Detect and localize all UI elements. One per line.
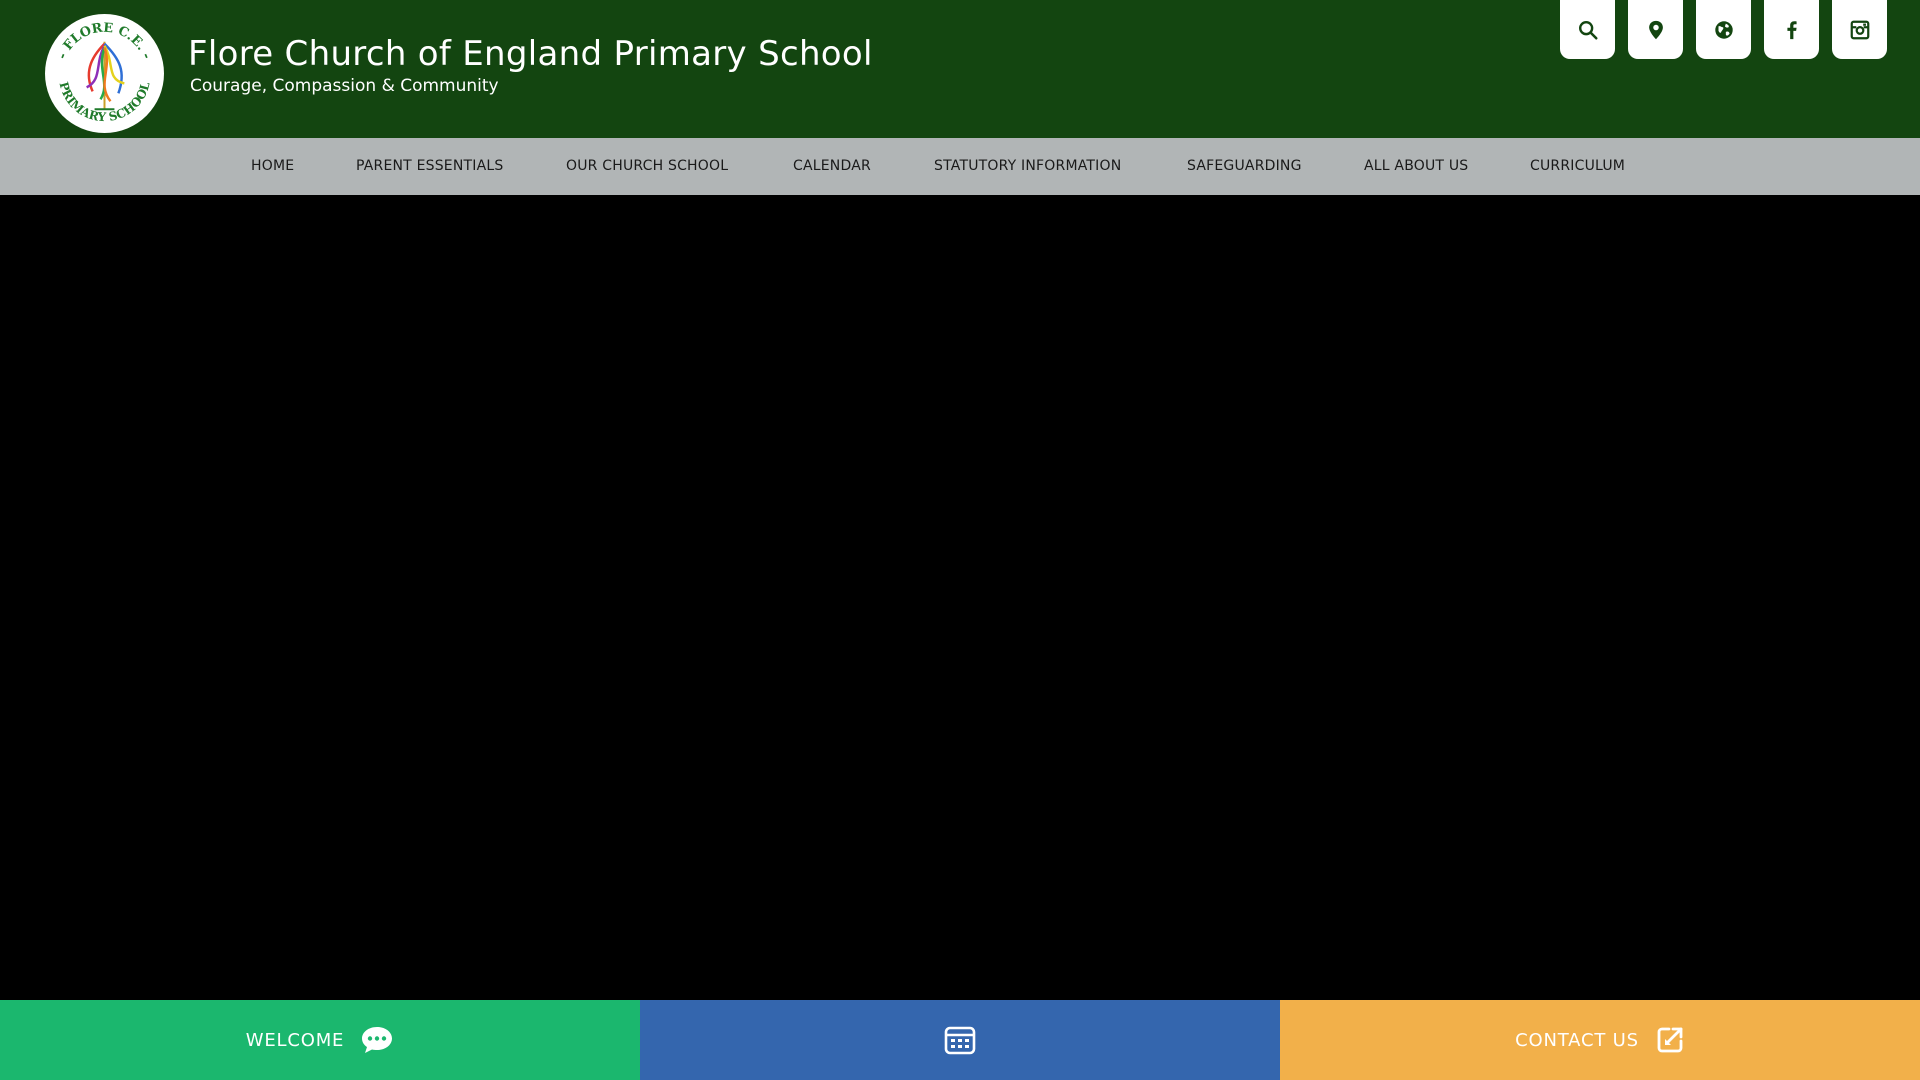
contact-us-button[interactable]: CONTACT US [1280,1000,1920,1080]
translate-button[interactable] [1696,0,1751,59]
school-tagline: Courage, Compassion & Community [190,76,499,96]
welcome-button[interactable]: WELCOME [0,1000,640,1080]
facebook-button[interactable] [1764,0,1819,59]
bottom-quick-bar: WELCOME CONTACT US [0,1000,1920,1080]
nav-item-calendar[interactable]: CALENDAR [793,138,871,195]
quick-links [1560,0,1887,59]
site-header: - FLORE C.E. - PRIMARY SCHOOL Flore Chur… [0,0,1920,138]
nav-item-all-about-us[interactable]: ALL ABOUT US [1364,138,1468,195]
school-logo[interactable]: - FLORE C.E. - PRIMARY SCHOOL [45,14,164,133]
search-button[interactable] [1560,0,1615,59]
welcome-label: WELCOME [245,1029,345,1051]
calendar-icon [944,1026,976,1055]
globe-icon [1714,20,1733,39]
nav-item-curriculum[interactable]: CURRICULUM [1530,138,1625,195]
location-button[interactable] [1628,0,1683,59]
nav-item-safeguarding[interactable]: SAFEGUARDING [1187,138,1302,195]
instagram-button[interactable] [1832,0,1887,59]
contact-us-label: CONTACT US [1515,1029,1639,1051]
nav-item-our-church-school[interactable]: OUR CHURCH SCHOOL [566,138,728,195]
location-pin-icon [1648,20,1663,39]
nav-item-statutory-information[interactable]: STATUTORY INFORMATION [934,138,1121,195]
external-link-icon [1657,1027,1683,1053]
school-name[interactable]: Flore Church of England Primary School [188,32,873,76]
nav-item-parent-essentials[interactable]: PARENT ESSENTIALS [356,138,503,195]
search-icon [1578,20,1598,40]
instagram-icon [1850,20,1869,39]
calendar-button[interactable] [640,1000,1280,1080]
school-crest-icon: - FLORE C.E. - PRIMARY SCHOOL [46,15,163,132]
facebook-icon [1786,20,1797,39]
main-navigation: HOME PARENT ESSENTIALS OUR CHURCH SCHOOL… [0,138,1920,195]
hero-video-area[interactable] [0,195,1920,1000]
nav-item-home[interactable]: HOME [251,138,294,195]
speech-bubble-icon [362,1027,393,1053]
